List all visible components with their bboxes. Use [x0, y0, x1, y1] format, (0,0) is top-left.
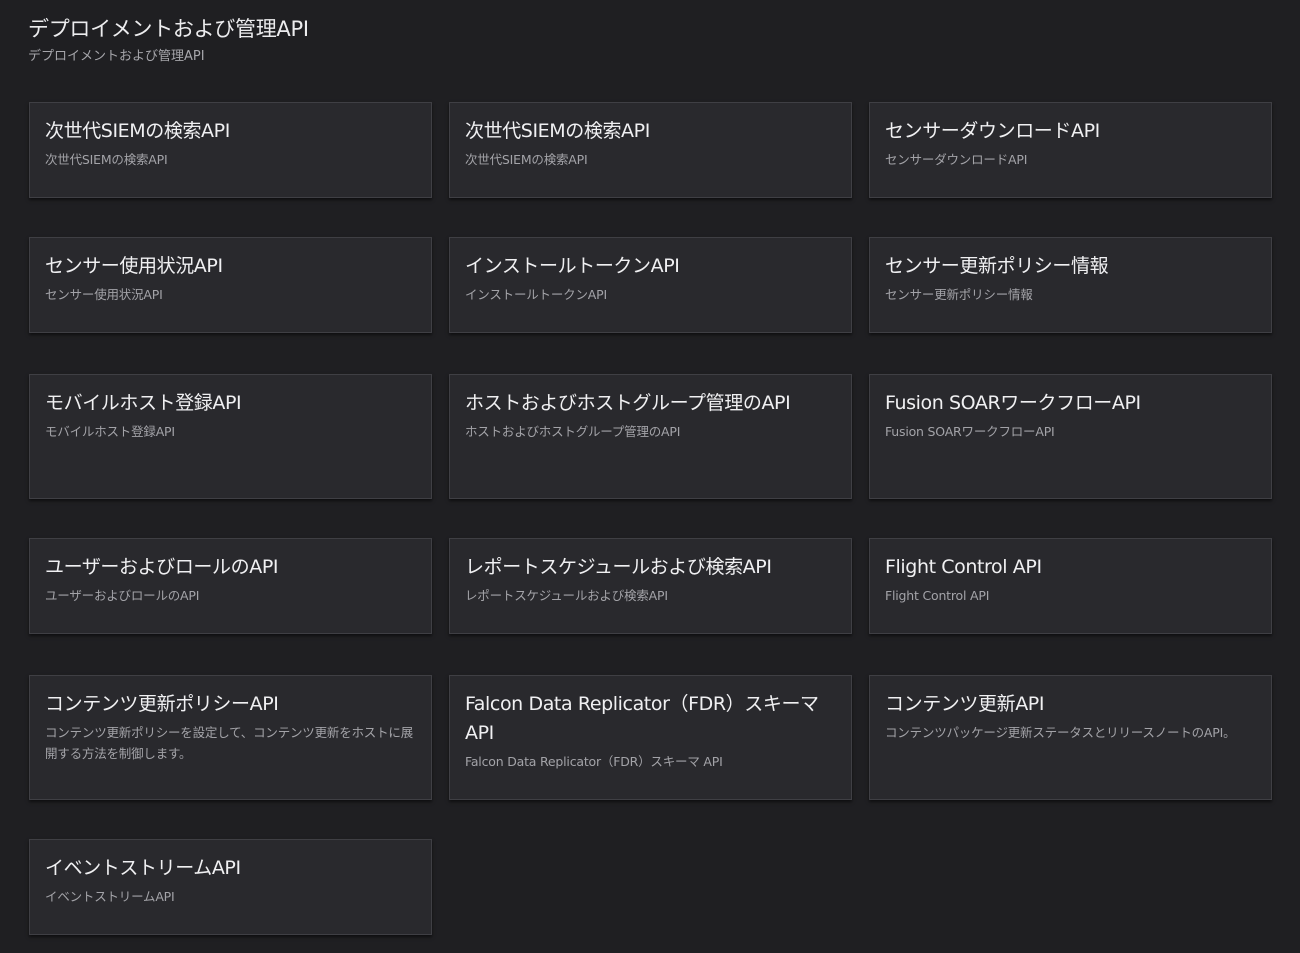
api-card-fdr-schema[interactable]: Falcon Data Replicator（FDR）スキーマAPI Falco…	[449, 675, 852, 800]
api-card-report-schedule-search[interactable]: レポートスケジュールおよび検索API レポートスケジュールおよび検索API	[449, 538, 852, 634]
card-description: コンテンツ更新ポリシーを設定して、コンテンツ更新をホストに展開する方法を制御しま…	[45, 725, 414, 761]
card-title: センサーダウンロードAPI	[885, 120, 1100, 142]
card-description: ユーザーおよびロールのAPI	[45, 588, 200, 603]
api-card-flight-control[interactable]: Flight Control API Flight Control API	[869, 538, 1272, 634]
card-title: 次世代SIEMの検索API	[45, 120, 230, 142]
card-description: Flight Control API	[885, 588, 990, 603]
section-subtitle: デプロイメントおよび管理API	[28, 49, 205, 64]
api-card-users-roles[interactable]: ユーザーおよびロールのAPI ユーザーおよびロールのAPI	[29, 538, 432, 634]
card-description: センサー更新ポリシー情報	[885, 287, 1033, 302]
card-title: ユーザーおよびロールのAPI	[45, 556, 279, 578]
api-card-content-update-policy[interactable]: コンテンツ更新ポリシーAPI コンテンツ更新ポリシーを設定して、コンテンツ更新を…	[29, 675, 432, 800]
card-description: センサー使用状況API	[45, 287, 163, 302]
api-card-fusion-soar-workflow[interactable]: Fusion SOARワークフローAPI Fusion SOARワークフローAP…	[869, 374, 1272, 499]
card-description: イベントストリームAPI	[45, 889, 175, 904]
card-title: モバイルホスト登録API	[45, 392, 242, 414]
api-card-sensor-usage[interactable]: センサー使用状況API センサー使用状況API	[29, 237, 432, 333]
card-description: 次世代SIEMの検索API	[465, 152, 588, 167]
card-title: ホストおよびホストグループ管理のAPI	[465, 392, 791, 414]
card-description: Fusion SOARワークフローAPI	[885, 424, 1055, 439]
api-card-event-stream[interactable]: イベントストリームAPI イベントストリームAPI	[29, 839, 432, 935]
card-title: センサー更新ポリシー情報	[885, 255, 1109, 277]
api-card-sensor-update-policy[interactable]: センサー更新ポリシー情報 センサー更新ポリシー情報	[869, 237, 1272, 333]
card-description: コンテンツパッケージ更新ステータスとリリースノートのAPI。	[885, 725, 1236, 740]
card-title: Fusion SOARワークフローAPI	[885, 392, 1141, 414]
card-title: 次世代SIEMの検索API	[465, 120, 650, 142]
card-description: インストールトークンAPI	[465, 287, 607, 302]
card-title: コンテンツ更新API	[885, 693, 1045, 715]
api-card-sensor-download[interactable]: センサーダウンロードAPI センサーダウンロードAPI	[869, 102, 1272, 198]
api-card-host-group-management[interactable]: ホストおよびホストグループ管理のAPI ホストおよびホストグループ管理のAPI	[449, 374, 852, 499]
api-card-install-token[interactable]: インストールトークンAPI インストールトークンAPI	[449, 237, 852, 333]
api-card-mobile-host-enrollment[interactable]: モバイルホスト登録API モバイルホスト登録API	[29, 374, 432, 499]
api-card-siem-search-2[interactable]: 次世代SIEMの検索API 次世代SIEMの検索API	[449, 102, 852, 198]
card-title: イベントストリームAPI	[45, 857, 241, 879]
card-description: 次世代SIEMの検索API	[45, 152, 168, 167]
card-title: Flight Control API	[885, 556, 1042, 578]
card-description: センサーダウンロードAPI	[885, 152, 1028, 167]
card-description: ホストおよびホストグループ管理のAPI	[465, 424, 681, 439]
card-description: レポートスケジュールおよび検索API	[465, 588, 668, 603]
card-title: センサー使用状況API	[45, 255, 223, 277]
api-card-siem-search-1[interactable]: 次世代SIEMの検索API 次世代SIEMの検索API	[29, 102, 432, 198]
card-title: インストールトークンAPI	[465, 255, 680, 277]
card-title: Falcon Data Replicator（FDR）スキーマAPI	[465, 693, 819, 744]
card-description: Falcon Data Replicator（FDR）スキーマ API	[465, 754, 723, 769]
page: デプロイメントおよび管理API デプロイメントおよび管理API 次世代SIEMの…	[0, 0, 1300, 953]
api-card-content-update[interactable]: コンテンツ更新API コンテンツパッケージ更新ステータスとリリースノートのAPI…	[869, 675, 1272, 800]
section-title: デプロイメントおよび管理API	[28, 17, 309, 41]
card-title: コンテンツ更新ポリシーAPI	[45, 693, 279, 715]
card-title: レポートスケジュールおよび検索API	[465, 556, 772, 578]
card-description: モバイルホスト登録API	[45, 424, 175, 439]
